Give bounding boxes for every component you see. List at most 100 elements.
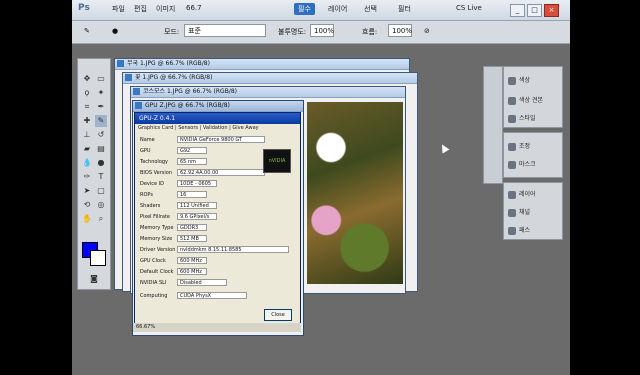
panel-swatches[interactable]: 색상 견본 [508,95,543,105]
maximize-button[interactable]: □ [527,4,542,17]
adjust-panel-group: 조정 마스크 [503,132,563,178]
layers-panel-group: 레이어 채널 패스 [503,182,563,240]
history-brush-icon[interactable]: ↺ [95,129,107,141]
gpuz-value: GDDR3 [177,224,207,231]
eyedropper-icon[interactable]: ✒ [95,101,107,113]
options-bar: ✎ ● 모드: 표준 불투명도: 100% 흐름: 100% ⊘ [72,21,570,44]
crop-tool-icon[interactable]: ⌗ [81,101,93,113]
menu-layer[interactable]: 레이어 [328,4,347,14]
hand-tool-icon[interactable]: ✋ [81,213,93,225]
menu-image[interactable]: 이미지 [156,4,175,14]
gpuz-value: 16 [177,191,207,198]
quick-mask-icon[interactable]: ◙ [88,273,100,285]
menu-edit[interactable]: 편집 [134,4,147,14]
gpuz-label: Shaders [140,203,161,209]
mode-select[interactable]: 표준 [184,24,266,37]
gpuz-value: 10DE - 0605 [177,180,217,187]
menu-filter[interactable]: 필터 [398,4,411,14]
menu-select[interactable]: 선택 [364,4,377,14]
workspace-essentials[interactable]: 필수 [294,3,315,15]
mode-label: 모드: [164,28,180,36]
gpuz-value: 65 nm [177,158,207,165]
document-tab[interactable]: 코스모스 1.JPG @ 66.7% (RGB/8) [131,87,405,98]
panel-styles[interactable]: 스타일 [508,113,536,123]
flow-field[interactable]: 100% [388,24,412,37]
close-button[interactable]: × [544,4,559,17]
gpuz-label: GPU [140,148,151,154]
pen-tool-icon[interactable]: ✑ [81,171,93,183]
move-tool-icon[interactable]: ✥ [81,73,93,85]
gpuz-value: NVIDIA GeForce 9800 GT [177,136,265,143]
gpuz-label: Pixel Fillrate [140,214,170,220]
app-logo: Ps [78,3,90,13]
gpuz-label: Computing [140,293,168,299]
shape-tool-icon[interactable]: ▢ [95,185,107,197]
panel-masks[interactable]: 마스크 [508,159,536,169]
gpuz-value: 62.92.4A.00.00 [177,169,265,176]
document-icon [117,60,124,67]
marquee-tool-icon[interactable]: ▭ [95,73,107,85]
zoom-level[interactable]: 66.7 [186,4,202,12]
brush-tool-icon-active[interactable]: ✎ [95,115,107,127]
blur-tool-icon[interactable]: 💧 [81,157,93,169]
gpuz-close-button: Close [264,309,292,321]
tools-panel: ✥ ▭ ϙ ✦ ⌗ ✒ ✚ ✎ ⊥ ↺ ▰ ▤ 💧 ● ✑ T ➤ ▢ ⟲ ◎ … [77,58,111,290]
gpuz-value: CUDA PhysX [177,292,247,299]
opacity-label: 불투명도: [278,28,307,36]
gradient-tool-icon[interactable]: ▤ [95,143,107,155]
cs-live[interactable]: CS Live [456,4,482,12]
background-color-swatch[interactable] [90,250,106,266]
menu-bar: Ps 파일 편집 이미지 66.7 필수 레이어 선택 필터 CS Live _… [72,0,570,21]
document-icon [135,102,142,109]
3d-rotate-icon[interactable]: ⟲ [81,199,93,211]
path-select-icon[interactable]: ➤ [81,185,93,197]
magic-wand-icon[interactable]: ✦ [95,87,107,99]
document-icon [125,74,132,81]
document-tab[interactable]: GPU Z.JPG @ 66.7% (RGB/8) [133,101,303,112]
gpuz-label: Device ID [140,181,165,187]
brush-tool-icon[interactable]: ✎ [84,27,90,35]
gpuz-title: GPU-Z 0.4.1 [135,113,300,124]
opacity-field[interactable]: 100% [310,24,334,37]
mouse-cursor-icon [438,142,450,154]
gpuz-label: Name [140,137,155,143]
masks-icon [508,160,516,169]
panel-adjustments[interactable]: 조정 [508,141,530,151]
zoom-tool-icon[interactable]: ⌕ [95,213,107,225]
gpuz-label: Default Clock [140,269,174,275]
gpuz-value: 600 MHz [177,268,207,275]
document-tab[interactable]: 꽃 1.JPG @ 66.7% (RGB/8) [123,73,417,84]
paths-icon [508,226,516,235]
panel-paths[interactable]: 패스 [508,225,530,235]
swatches-icon [508,96,516,105]
gpuz-value: nvlddmkm 8.15.11.8585 [177,246,289,253]
eraser-tool-icon[interactable]: ▰ [81,143,93,155]
gpuz-value: 600 MHz [177,257,207,264]
gpuz-label: BIOS Version [140,170,172,176]
flow-label: 흐름: [362,28,378,36]
photoshop-window: Ps 파일 편집 이미지 66.7 필수 레이어 선택 필터 CS Live _… [72,0,570,375]
dodge-tool-icon[interactable]: ● [95,157,107,169]
gpuz-value: 112 Unified [177,202,217,209]
3d-orbit-icon[interactable]: ◎ [95,199,107,211]
airbrush-icon[interactable]: ⊘ [424,27,430,35]
gpuz-label: Technology [140,159,169,165]
gpuz-value: 9.6 GPixel/s [177,213,217,220]
brush-size-icon[interactable]: ● [112,27,118,35]
nvidia-logo: nVIDIA [263,149,291,173]
panel-color[interactable]: 색상 [508,75,530,85]
gpuz-label: Memory Size [140,236,173,242]
gpuz-tabs: Graphics Card | Sensors | Validation | G… [138,125,259,131]
type-tool-icon[interactable]: T [95,171,107,183]
lasso-tool-icon[interactable]: ϙ [81,87,93,99]
status-bar: 66.67% [133,323,301,332]
panel-layers[interactable]: 레이어 [508,189,536,199]
color-icon [508,76,516,85]
minimize-button[interactable]: _ [510,4,525,17]
menu-file[interactable]: 파일 [112,4,125,14]
healing-brush-icon[interactable]: ✚ [81,115,93,127]
stamp-tool-icon[interactable]: ⊥ [81,129,93,141]
adjustments-icon [508,142,516,151]
document-tab[interactable]: 무국 1.JPG @ 66.7% (RGB/8) [115,59,409,70]
panel-channels[interactable]: 채널 [508,207,530,217]
